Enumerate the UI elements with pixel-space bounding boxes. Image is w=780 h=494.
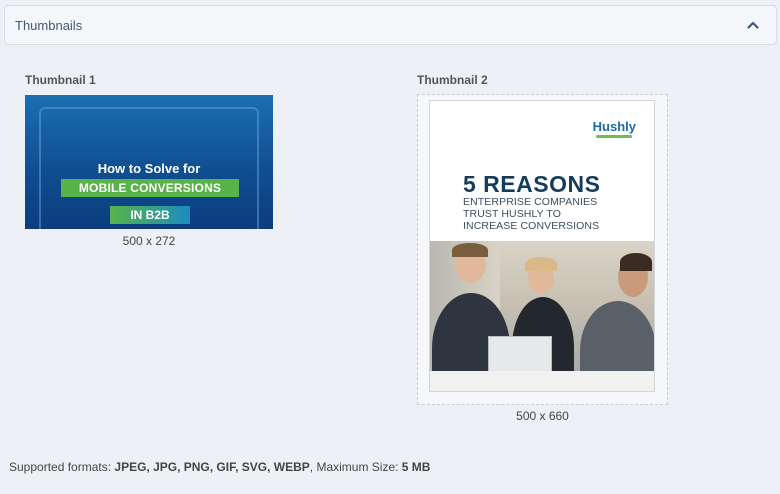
thumbnail-1-size: 500 x 272 — [122, 234, 176, 248]
business-meeting-photo — [430, 241, 654, 391]
image-text-band: IN B2B — [110, 206, 190, 224]
chevron-up-icon[interactable] — [742, 14, 764, 36]
cover-subtitle: INCREASE CONVERSIONS — [463, 220, 600, 232]
image-text-band: MOBILE CONVERSIONS — [61, 179, 239, 197]
max-size-value: 5 MB — [401, 460, 431, 474]
hushly-logo: Hushly — [592, 119, 636, 134]
thumbnail-2-label: Thumbnail 2 — [417, 73, 488, 87]
logo-swoosh — [596, 135, 632, 138]
thumbnail-2-size: 500 x 660 — [516, 409, 569, 423]
cover-subtitle: TRUST HUSHLY TO — [463, 208, 561, 220]
cover-headline: 5 REASONS — [463, 171, 601, 197]
thumbnail-1-label: Thumbnail 1 — [25, 73, 96, 87]
thumbnails-panel-header[interactable]: Thumbnails — [4, 5, 777, 45]
supported-formats-note: Supported formats: JPEG, JPG, PNG, GIF, … — [9, 460, 430, 474]
cover-subtitle: ENTERPRISE COMPANIES — [463, 196, 598, 208]
formats-middle: , Maximum Size: — [309, 460, 402, 474]
ebook-cover: Hushly 5 REASONS ENTERPRISE COMPANIES TR… — [429, 100, 655, 392]
panel-title: Thumbnails — [15, 17, 83, 33]
formats-list: JPEG, JPG, PNG, GIF, SVG, WEBP — [114, 460, 310, 474]
thumbnail-1-image[interactable]: How to Solve for MOBILE CONVERSIONS IN B… — [25, 95, 273, 229]
image-text-line: How to Solve for — [97, 161, 201, 176]
thumbnail-2-image[interactable]: Hushly 5 REASONS ENTERPRISE COMPANIES TR… — [417, 94, 668, 405]
formats-prefix: Supported formats: — [9, 460, 115, 474]
